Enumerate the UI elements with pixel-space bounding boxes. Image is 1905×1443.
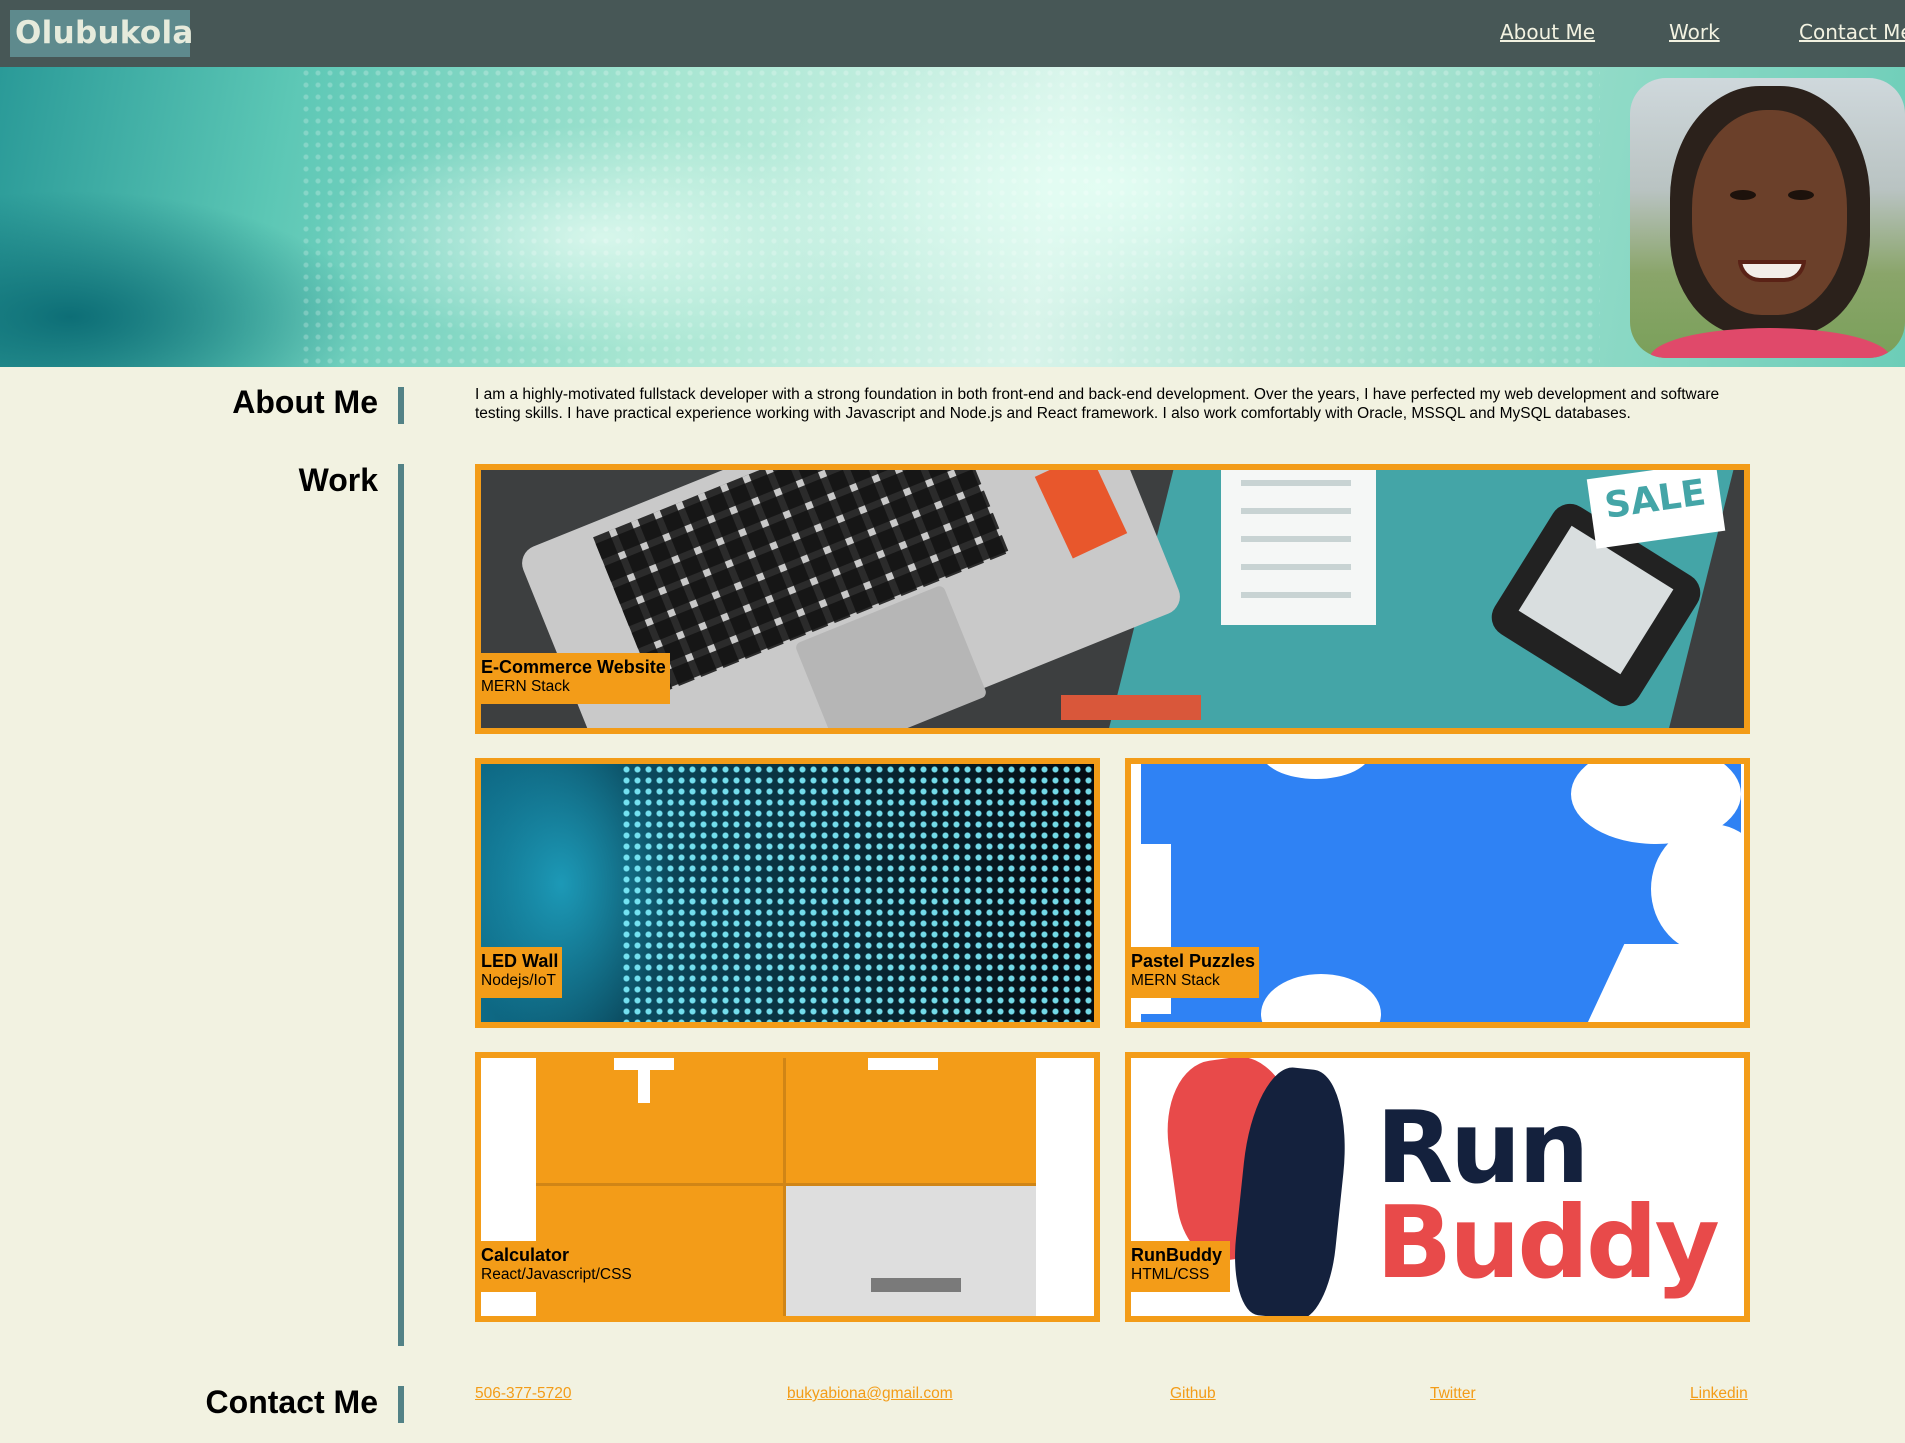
project-stack: Nodejs/IoT: [481, 972, 556, 989]
about-divider: [398, 387, 404, 424]
project-title: E-Commerce Website: [481, 657, 666, 677]
project-stack: React/Javascript/CSS: [481, 1266, 632, 1283]
about-me-text: I am a highly-motivated fullstack develo…: [475, 386, 1720, 422]
contact-twitter-link[interactable]: Twitter: [1430, 1385, 1476, 1403]
contact-me-heading: Contact Me: [205, 1384, 378, 1420]
project-label: E-Commerce Website MERN Stack: [481, 653, 670, 704]
runbuddy-logo-buddy: Buddy: [1376, 1184, 1720, 1301]
contact-email-link[interactable]: bukyabiona@gmail.com: [787, 1385, 953, 1403]
project-label: Pastel Puzzles MERN Stack: [1131, 947, 1260, 998]
ecommerce-thumbnail: SALE: [481, 470, 1744, 728]
contact-github-link[interactable]: Github: [1170, 1385, 1216, 1403]
project-card-ecommerce[interactable]: SALE E-Commerce Website MERN Stack: [475, 464, 1750, 734]
work-heading: Work: [298, 462, 378, 498]
about-me-heading: About Me: [232, 384, 378, 420]
contact-divider: [398, 1386, 404, 1423]
project-title: RunBuddy: [1131, 1245, 1222, 1265]
site-logo[interactable]: Olubukola: [10, 10, 193, 57]
project-card-calculator[interactable]: Calculator React/Javascript/CSS: [475, 1052, 1100, 1322]
project-stack: HTML/CSS: [1131, 1266, 1210, 1283]
project-card-led-wall[interactable]: LED Wall Nodejs/IoT: [475, 758, 1100, 1028]
project-stack: MERN Stack: [1131, 972, 1220, 989]
runbuddy-logo-run: Run: [1376, 1089, 1589, 1206]
site-header: Olubukola About Me Work Contact Me: [0, 0, 1905, 67]
nav-work[interactable]: Work: [1669, 20, 1720, 44]
hero-banner: [0, 67, 1905, 367]
led-wall-thumbnail: [481, 764, 1094, 1022]
contact-linkedin-link[interactable]: Linkedin: [1690, 1385, 1748, 1403]
project-card-runbuddy[interactable]: Run Buddy RunBuddy HTML/CSS: [1125, 1052, 1750, 1322]
contact-phone-link[interactable]: 506-377-5720: [475, 1385, 572, 1403]
project-title: LED Wall: [481, 951, 559, 971]
project-label: Calculator React/Javascript/CSS: [481, 1241, 638, 1292]
project-title: Calculator: [481, 1245, 570, 1265]
profile-photo: [1630, 78, 1905, 358]
work-divider: [398, 464, 404, 1346]
project-label: LED Wall Nodejs/IoT: [481, 947, 563, 998]
hero-pattern: [300, 67, 1600, 367]
project-card-pastel-puzzles[interactable]: Pastel Puzzles MERN Stack: [1125, 758, 1750, 1028]
project-title: Pastel Puzzles: [1131, 951, 1256, 971]
project-label: RunBuddy HTML/CSS: [1131, 1241, 1230, 1292]
project-stack: MERN Stack: [481, 678, 570, 695]
nav-contact-me[interactable]: Contact Me: [1799, 20, 1905, 44]
nav-about-me[interactable]: About Me: [1500, 20, 1595, 44]
